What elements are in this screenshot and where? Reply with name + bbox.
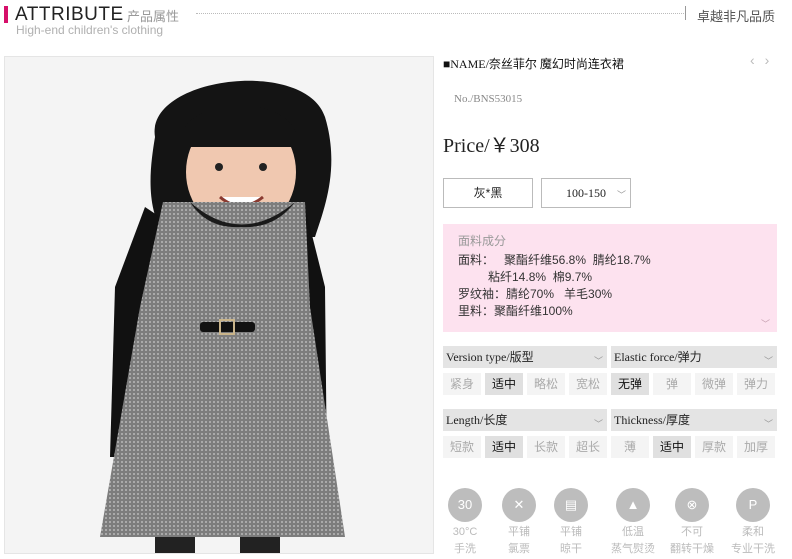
chevron-down-icon: ﹀: [763, 356, 773, 366]
attr-option-selected: 适中: [653, 436, 691, 458]
attr-header-label: Elastic force/弹力: [614, 350, 702, 364]
size-option-button[interactable]: 100-150 ﹀: [541, 178, 631, 208]
attr-options-thickness: 薄 适中 厚款 加厚: [611, 436, 775, 458]
care-dry-clean: P 柔和 专业干洗: [731, 488, 775, 556]
chevron-down-icon: ﹀: [593, 419, 603, 429]
attr-options-version-type: 紧身 适中 略松 宽松: [443, 373, 607, 395]
care-label: 蒸气熨烫: [611, 543, 655, 555]
care-label: 晾干: [560, 543, 582, 555]
care-no-bleach: ✕ 平铺 氯票: [497, 488, 541, 556]
attr-option-selected: 适中: [485, 436, 523, 458]
dry-clean-p-icon: P: [736, 488, 770, 522]
attr-option: 弹: [653, 373, 691, 395]
attr-options-elastic-force: 无弹 弹 微弹 弹力: [611, 373, 775, 395]
size-option-label: 100-150: [566, 186, 606, 200]
no-tumble-dry-icon: ⊗: [675, 488, 709, 522]
attr-option: 薄: [611, 436, 649, 458]
fabric-line: 里料：聚酯纤维100%: [458, 304, 573, 318]
attr-option: 微弹: [695, 373, 733, 395]
product-name: ■NAME/奈丝菲尔 魔幻时尚连衣裙: [443, 57, 624, 71]
attr-option-selected: 适中: [485, 373, 523, 395]
attr-option: 略松: [527, 373, 565, 395]
attr-header-label: Length/长度: [446, 413, 508, 427]
care-wash-30: 30 30°C 手洗: [443, 488, 487, 556]
care-label: 柔和: [742, 526, 764, 538]
care-label: 专业干洗: [731, 543, 775, 555]
header-accent-bar: [4, 6, 8, 23]
care-label: 手洗: [454, 543, 476, 555]
header-divider: [196, 13, 684, 14]
care-label: 平铺: [560, 526, 582, 538]
flat-dry-icon: ▤: [554, 488, 588, 522]
attr-header-thickness: Thickness/厚度 ﹀: [611, 409, 777, 431]
care-label: 不可: [681, 526, 703, 538]
product-photo-illustration: [5, 57, 433, 553]
prev-arrow-icon[interactable]: ‹: [750, 52, 765, 68]
attr-option: 紧身: [443, 373, 481, 395]
product-nav: ‹›: [750, 52, 779, 68]
fabric-composition-panel: 面料成分 面料： 聚酯纤维56.8% 腈纶18.7% 粘纤14.8% 棉9.7%…: [443, 224, 777, 332]
fabric-title: 面料成分: [458, 234, 507, 248]
care-no-tumble-dry: ⊗ 不可 翻转干燥: [670, 488, 714, 556]
chevron-down-icon: ﹀: [593, 356, 603, 366]
attr-option: 超长: [569, 436, 607, 458]
chevron-down-icon: ﹀: [616, 190, 626, 200]
care-label: 翻转干燥: [670, 543, 714, 555]
product-number: No./BNS53015: [454, 93, 523, 105]
fabric-line: 面料： 聚酯纤维56.8% 腈纶18.7%: [458, 253, 651, 267]
care-flat-dry: ▤ 平铺 晾干: [549, 488, 593, 556]
attr-option: 弹力: [737, 373, 775, 395]
header-slogan: 卓越非凡品质: [697, 9, 776, 24]
attr-option: 加厚: [737, 436, 775, 458]
chevron-down-icon: ﹀: [763, 419, 773, 429]
header-tagline: High-end children's clothing: [16, 23, 164, 37]
no-bleach-icon: ✕: [502, 488, 536, 522]
attr-header-elastic-force: Elastic force/弹力 ﹀: [611, 346, 777, 368]
care-label: 低温: [622, 526, 644, 538]
attr-option: 厚款: [695, 436, 733, 458]
attr-header-version-type: Version type/版型 ﹀: [443, 346, 607, 368]
care-label: 平铺: [508, 526, 530, 538]
product-price: Price/￥308: [443, 135, 540, 157]
attr-header-label: Version type/版型: [446, 350, 534, 364]
fabric-line: 粘纤14.8% 棉9.7%: [458, 270, 593, 284]
color-option-button[interactable]: 灰*黑: [443, 178, 533, 208]
wash-30-icon: 30: [448, 488, 482, 522]
attr-header-length: Length/长度 ﹀: [443, 409, 607, 431]
care-iron-low: ▲ 低温 蒸气熨烫: [611, 488, 655, 556]
color-option-label: 灰*黑: [473, 186, 503, 200]
care-label: 氯票: [508, 543, 530, 555]
attr-option: 短款: [443, 436, 481, 458]
attr-header-label: Thickness/厚度: [614, 413, 690, 427]
product-photo: [4, 56, 434, 554]
attr-option: 宽松: [569, 373, 607, 395]
attr-option-selected: 无弹: [611, 373, 649, 395]
next-arrow-icon[interactable]: ›: [765, 52, 780, 68]
header-separator: [685, 6, 686, 20]
fabric-line: 罗纹袖：腈纶70% 羊毛30%: [458, 287, 613, 301]
iron-low-icon: ▲: [616, 488, 650, 522]
attr-option: 长款: [527, 436, 565, 458]
chevron-down-icon: ﹀: [760, 319, 770, 329]
care-label: 30°C: [452, 526, 478, 538]
attr-options-length: 短款 适中 长款 超长: [443, 436, 607, 458]
